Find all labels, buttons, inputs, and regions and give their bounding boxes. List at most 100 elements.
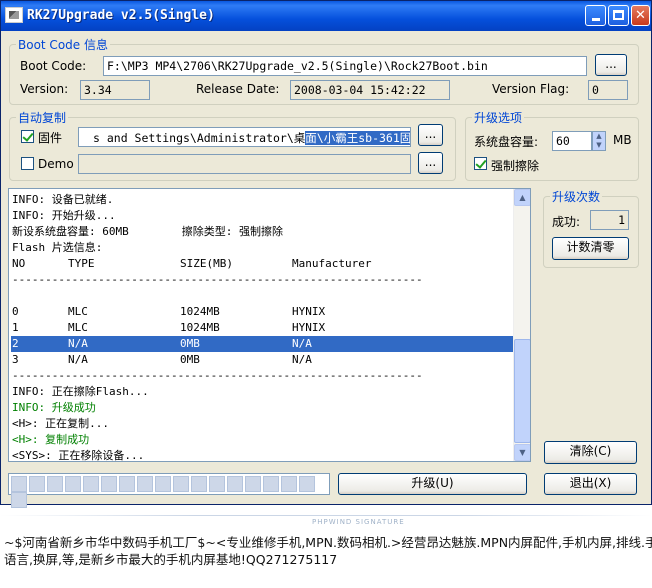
close-button[interactable]: ✕ [631, 5, 650, 26]
log-cell: 0MB [180, 337, 200, 350]
log-cell: 3 [12, 353, 19, 366]
progress-segment [137, 476, 153, 492]
firmware-label: 固件 [38, 131, 63, 145]
signature-line-2: 语言,换屏,等,是新乡市最大的手机内屏基地!QQ271275117 [4, 552, 338, 567]
progress-segment [299, 476, 315, 492]
log-scrollbar[interactable]: ▲ ▼ [513, 189, 530, 461]
firmware-checkbox[interactable] [21, 130, 34, 143]
capacity-unit-label: MB [613, 133, 632, 147]
log-cell: N/A [292, 353, 312, 366]
firmware-path-text: s and Settings\Administrator\桌 [93, 131, 306, 145]
log-blank-line [11, 288, 515, 304]
title-bar[interactable]: RK27Upgrade v2.5(Single) ✕ [1, 1, 651, 31]
version-field: 3.34 [80, 80, 150, 100]
log-cell: Manufacturer [292, 257, 372, 270]
minimize-icon [591, 18, 600, 21]
demo-label: Demo [38, 157, 74, 171]
signature-line-1: ~$河南省新乡市华中数码手机工厂$~<专业维修手机,MPN.数码相机.>经营昂达… [4, 535, 652, 550]
success-count-label: 成功: [552, 215, 581, 229]
firmware-browse-button[interactable]: ... [418, 124, 443, 146]
log-line: <H>: 复制成功 [12, 433, 90, 446]
log-cell: TYPE [68, 257, 95, 270]
log-lines: INFO: 设备已就绪. INFO: 开始升级... 新设系统盘容量: 60MB 擦… [11, 192, 515, 462]
progress-segment [11, 492, 27, 508]
progress-segment [11, 476, 27, 492]
log-cell: NO [12, 257, 26, 270]
log-cell: SIZE(MB) [180, 257, 233, 270]
log-cell: 1 [12, 321, 19, 334]
version-label: Version: [20, 82, 69, 96]
log-table-header: NO TYPE SIZE(MB) Manufacturer [11, 256, 515, 272]
maximize-icon [613, 10, 624, 20]
log-line: Flash 片选信息: [12, 241, 103, 254]
signature-divider [0, 515, 652, 516]
demo-browse-button[interactable]: ... [418, 152, 443, 174]
progress-segment [155, 476, 171, 492]
boot-code-label: Boot Code: [20, 59, 87, 73]
boot-code-path-field[interactable]: F:\MP3 MP4\2706\RK27Upgrade_v2.5(Single)… [103, 56, 587, 76]
version-flag-field: 0 [588, 80, 628, 100]
progress-segment [209, 476, 225, 492]
log-line: 新设系统盘容量: 60MB 擦除类型: 强制擦除 [12, 225, 283, 238]
upgrade-count-legend: 升级次数 [552, 190, 601, 204]
success-count-field: 1 [590, 210, 629, 230]
progress-segment [29, 476, 45, 492]
scroll-up-button[interactable]: ▲ [514, 189, 530, 206]
spin-down-icon[interactable]: ▼ [593, 141, 605, 150]
upgrade-options-legend: 升级选项 [474, 111, 523, 125]
demo-path-field[interactable] [78, 154, 411, 174]
log-cell: N/A [68, 353, 88, 366]
log-cell: MLC [68, 321, 88, 334]
log-line: INFO: 设备已就绪. [12, 193, 114, 206]
log-table-row: 2 N/A 0MB N/A [11, 336, 515, 352]
log-table-row: 1 MLC 1024MB HYNIX [11, 320, 515, 336]
log-cell: N/A [292, 337, 312, 350]
minimize-button[interactable] [585, 5, 606, 26]
progress-segment [65, 476, 81, 492]
progress-segment [245, 476, 261, 492]
log-cell: 0 [12, 305, 19, 318]
progress-segment [227, 476, 243, 492]
reset-count-button[interactable]: 计数清零 [552, 237, 629, 260]
firmware-path-field[interactable]: s and Settings\Administrator\桌面\小霸王sb-36… [78, 127, 411, 147]
progress-segment [83, 476, 99, 492]
window-title: RK27Upgrade v2.5(Single) [27, 8, 215, 23]
demo-checkbox[interactable] [21, 157, 34, 170]
log-cell: 1024MB [180, 321, 220, 334]
auto-copy-legend: 自动复制 [18, 111, 67, 125]
scroll-down-button[interactable]: ▼ [514, 444, 530, 461]
app-window: RK27Upgrade v2.5(Single) ✕ Boot Code 信息 … [0, 0, 652, 508]
log-panel[interactable]: INFO: 设备已就绪. INFO: 开始升级... 新设系统盘容量: 60MB 擦… [8, 188, 531, 462]
log-line: <H>: 正在复制... [12, 417, 109, 430]
log-line: <SYS>: 正在移除设备... [12, 449, 145, 462]
boot-code-browse-button[interactable]: ... [595, 54, 627, 76]
log-cell: HYNIX [292, 321, 326, 334]
boot-code-legend: Boot Code 信息 [18, 38, 108, 52]
maximize-button[interactable] [608, 5, 629, 26]
capacity-spinner[interactable]: ▲ ▼ [592, 131, 606, 151]
clear-button[interactable]: 清除(C) [544, 441, 637, 464]
progress-segment [101, 476, 117, 492]
signature-label: PHPWIND SIGNATURE [312, 518, 405, 526]
progress-segment [173, 476, 189, 492]
log-cell: MLC [68, 305, 88, 318]
system-capacity-input[interactable]: 60 [552, 131, 592, 151]
log-line: INFO: 正在擦除Flash... [12, 385, 149, 398]
progress-segment [191, 476, 207, 492]
scroll-thumb[interactable] [514, 339, 530, 443]
version-flag-label: Version Flag: [492, 82, 570, 96]
log-cell: 0MB [180, 353, 200, 366]
log-cell: 1024MB [180, 305, 220, 318]
upgrade-button[interactable]: 升级(U) [338, 473, 527, 495]
signature-text: ~$河南省新乡市华中数码手机工厂$~<专业维修手机,MPN.数码相机.>经营昂达… [4, 534, 652, 568]
firmware-path-selection: 面\小霸王sb-361固 [305, 131, 411, 145]
log-table-row: 3 N/A 0MB N/A [11, 352, 515, 368]
release-date-label: Release Date: [196, 82, 280, 96]
force-erase-checkbox[interactable] [474, 157, 487, 170]
log-separator: ----------------------------------------… [12, 273, 423, 286]
log-line: INFO: 开始升级... [12, 209, 116, 222]
progress-segment [281, 476, 297, 492]
spin-up-icon[interactable]: ▲ [593, 132, 605, 141]
exit-button[interactable]: 退出(X) [544, 473, 637, 495]
progress-segment [47, 476, 63, 492]
